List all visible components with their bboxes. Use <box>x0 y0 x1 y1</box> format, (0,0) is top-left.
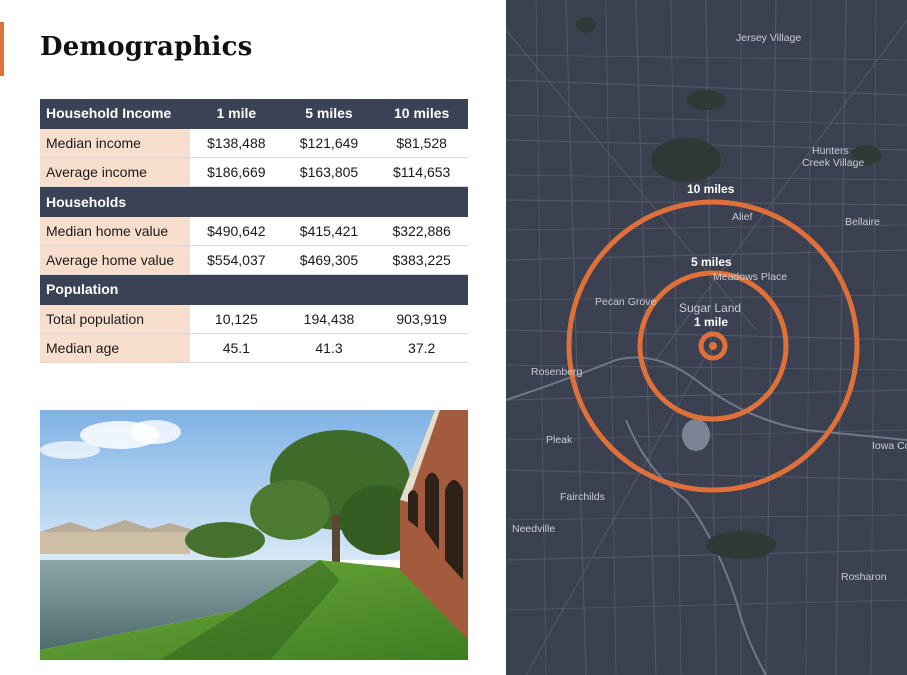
table-row: Total population 10,125 194,438 903,919 <box>40 304 468 334</box>
table-row: Median home value $490,642 $415,421 $322… <box>40 216 468 246</box>
header-5-miles: 5 miles <box>282 99 376 129</box>
row-label: Median income <box>40 128 190 159</box>
ring-label-1-mile: 1 mile <box>694 315 728 329</box>
cell-value: 45.1 <box>190 333 283 364</box>
table-row: Median age 45.1 41.3 37.2 <box>40 333 468 364</box>
map-label-sugar-land: Sugar Land <box>679 301 741 315</box>
row-label: Median age <box>40 333 190 364</box>
map-label-jersey-village: Jersey Village <box>736 32 801 44</box>
cell-value: $81,528 <box>375 128 468 159</box>
accent-bar <box>0 22 4 76</box>
map-label-alief: Alief <box>732 211 753 223</box>
cell-value: 194,438 <box>282 304 376 334</box>
section-header-population: Population <box>40 274 468 305</box>
map-label-needville: Needville <box>512 523 555 535</box>
cell-value: $469,305 <box>282 245 376 276</box>
cell-value: $163,805 <box>282 157 376 188</box>
ring-label-5-miles: 5 miles <box>691 255 732 269</box>
row-label: Median home value <box>40 216 190 246</box>
map-label-creek-village: Creek Village <box>802 157 864 169</box>
row-label: Average home value <box>40 245 190 276</box>
table-row: Median income $138,488 $121,649 $81,528 <box>40 128 468 159</box>
cell-value: 10,125 <box>190 304 283 334</box>
map-label-iowa-co: Iowa Co <box>872 440 907 452</box>
cell-value: $383,225 <box>375 245 468 276</box>
map-label-rosenberg: Rosenberg <box>531 366 583 378</box>
table-header-row: Household Income 1 mile 5 miles 10 miles <box>40 99 468 129</box>
section-header-households: Households <box>40 186 468 217</box>
cell-value: $121,649 <box>282 128 376 159</box>
cell-value: $114,653 <box>375 157 468 188</box>
radius-map: Jersey Village Hunters Creek Village Bel… <box>506 0 907 675</box>
header-1-mile: 1 mile <box>190 99 283 129</box>
section-heading: Households <box>40 186 468 217</box>
page-title: Demographics <box>40 32 253 62</box>
cell-value: 37.2 <box>375 333 468 364</box>
cell-value: 41.3 <box>282 333 376 364</box>
cell-value: $415,421 <box>282 216 376 246</box>
map-label-bellaire: Bellaire <box>845 216 880 228</box>
map-label-hunters: Hunters <box>812 145 849 157</box>
cell-value: $322,886 <box>375 216 468 246</box>
cell-value: $490,642 <box>190 216 283 246</box>
row-label: Average income <box>40 157 190 188</box>
demographics-table: Household Income 1 mile 5 miles 10 miles… <box>40 99 468 364</box>
header-household-income: Household Income <box>40 99 190 129</box>
row-label: Total population <box>40 304 190 334</box>
cell-value: $554,037 <box>190 245 283 276</box>
section-heading: Population <box>40 274 468 305</box>
ring-label-10-miles: 10 miles <box>687 182 735 196</box>
cell-value: $186,669 <box>190 157 283 188</box>
map-label-meadows-place: Meadows Place <box>713 271 787 283</box>
map-label-pleak: Pleak <box>546 434 573 446</box>
map-label-pecan-grove: Pecan Grove <box>595 296 656 308</box>
map-label-fairchilds: Fairchilds <box>560 491 605 503</box>
header-10-miles: 10 miles <box>375 99 468 129</box>
table-row: Average income $186,669 $163,805 $114,65… <box>40 157 468 188</box>
map-canvas: Jersey Village Hunters Creek Village Bel… <box>506 0 907 675</box>
cell-value: $138,488 <box>190 128 283 159</box>
table-row: Average home value $554,037 $469,305 $38… <box>40 245 468 276</box>
map-label-rosharon: Rosharon <box>841 571 887 583</box>
property-photo-illustration <box>40 410 468 660</box>
property-photo <box>40 410 468 660</box>
cell-value: 903,919 <box>375 304 468 334</box>
